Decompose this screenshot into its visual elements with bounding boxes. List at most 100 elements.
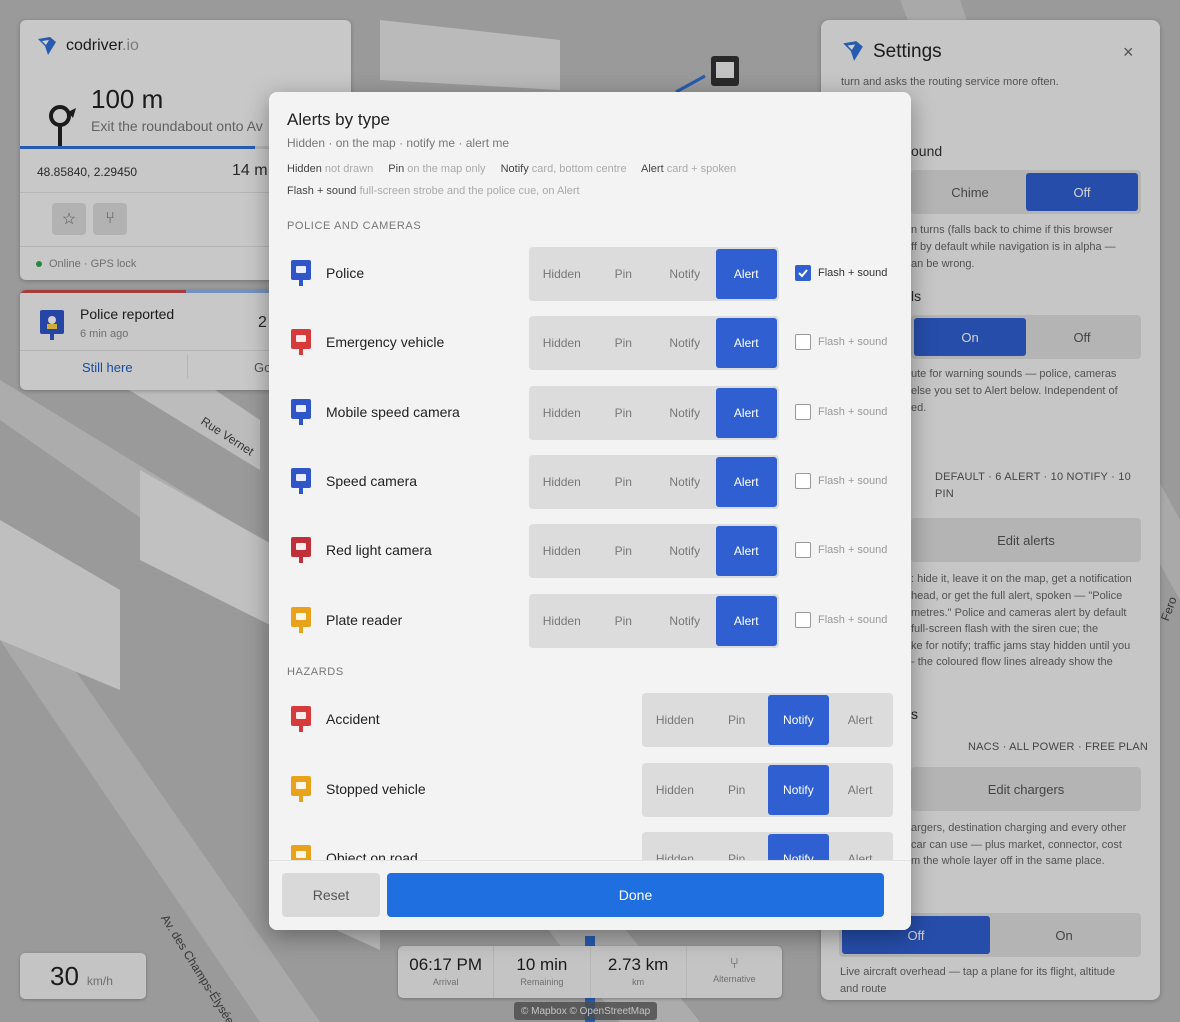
flash-sound-label: Flash + sound	[818, 613, 888, 626]
row-label: Speed camera	[326, 472, 418, 489]
emergency-vehicle-mode-pin[interactable]: Pin	[593, 318, 655, 368]
stopped-vehicle-mode-alert[interactable]: Alert	[829, 765, 891, 815]
speed-camera-mode-hidden[interactable]: Hidden	[531, 457, 593, 507]
plate-reader-icon	[291, 606, 311, 633]
ambulance-icon	[291, 329, 311, 356]
mobile-speed-camera-mode-pin[interactable]: Pin	[593, 388, 655, 438]
mobile-speed-camera-mode-notify[interactable]: Notify	[654, 388, 716, 438]
dialog-subtitle: Hidden · on the map · notify me · alert …	[287, 136, 510, 150]
stopped-vehicle-icon	[291, 775, 311, 802]
object-on-road-mode-notify[interactable]: Notify	[767, 834, 830, 860]
red-light-camera-mode-notify[interactable]: Notify	[654, 526, 716, 576]
object-on-road-mode-selector: Hidden Pin Notify Alert	[642, 832, 893, 860]
emergency-vehicle-mode-alert[interactable]: Alert	[715, 318, 777, 369]
red-light-camera-flash-sound-checkbox[interactable]: Flash + sound	[795, 542, 888, 559]
legend-hidden-term: Hidden	[287, 163, 322, 175]
police-mode-notify[interactable]: Notify	[654, 249, 716, 299]
row-label: Police	[326, 265, 365, 281]
accident-mode-pin[interactable]: Pin	[706, 695, 768, 745]
speed-camera-mode-pin[interactable]: Pin	[593, 457, 655, 507]
alert-row-object-on-road: Object on road Hidden Pin Notify Alert	[269, 832, 911, 860]
dialog-title: Alerts by type	[287, 110, 390, 129]
alert-row-accident: Accident Hidden Pin Notify Alert	[269, 693, 911, 747]
police-mode-selector: Hidden Pin Notify Alert	[529, 247, 779, 301]
legend-hidden-desc: not drawn	[324, 163, 374, 175]
row-label: Stopped vehicle	[326, 780, 426, 797]
legend-pin-desc: on the map only	[407, 163, 486, 175]
emergency-vehicle-mode-hidden[interactable]: Hidden	[531, 318, 593, 368]
speed-camera-mode-selector: Hidden Pin Notify Alert	[529, 454, 779, 509]
police-mode-hidden[interactable]: Hidden	[531, 249, 593, 299]
legend-alert-desc: card + spoken	[666, 163, 737, 175]
legend-flash-term: Flash + sound	[287, 185, 357, 197]
red-light-camera-mode-hidden[interactable]: Hidden	[531, 526, 593, 576]
plate-reader-mode-hidden[interactable]: Hidden	[531, 596, 593, 646]
alert-row-stopped-vehicle: Stopped vehicle Hidden Pin Notify Alert	[269, 762, 911, 817]
row-label: Accident	[326, 711, 380, 727]
alert-row-emergency-vehicle: Emergency vehicle Hidden Pin Notify Alert Fla…	[269, 316, 911, 371]
emergency-vehicle-flash-sound-checkbox[interactable]: Flash + sound	[795, 334, 887, 351]
plate-reader-mode-selector: Hidden Pin Notify Alert	[529, 593, 779, 648]
police-flash-sound-checkbox[interactable]: Flash + sound	[795, 265, 887, 281]
stopped-vehicle-mode-notify[interactable]: Notify	[767, 764, 830, 815]
flash-sound-label: Flash + sound	[818, 405, 888, 418]
mobile-speed-camera-flash-sound-checkbox[interactable]: Flash + sound	[795, 403, 888, 420]
alert-row-plate-reader: Plate reader Hidden Pin Notify Alert Flash + …	[269, 593, 911, 648]
accident-mode-alert[interactable]: Alert	[829, 695, 891, 745]
police-mode-alert[interactable]: Alert	[715, 249, 777, 299]
police-mode-pin[interactable]: Pin	[593, 249, 655, 299]
reset-button[interactable]: Reset	[282, 873, 380, 917]
flash-sound-label: Flash + sound	[818, 474, 888, 487]
checkbox-icon	[795, 265, 811, 281]
section-hazards: HAZARDS	[287, 666, 344, 678]
mobile-camera-icon	[291, 398, 311, 425]
mobile-speed-camera-mode-alert[interactable]: Alert	[715, 387, 777, 438]
object-on-road-icon	[291, 845, 311, 860]
stopped-vehicle-mode-hidden[interactable]: Hidden	[644, 765, 706, 815]
alert-row-mobile-speed-camera: Mobile speed camera Hidden Pin Notify Alert F…	[269, 385, 911, 440]
legend-line-2: Flash + sound full-screen strobe and the…	[287, 185, 580, 197]
alerts-by-type-dialog: Alerts by type Hidden · on the map · not…	[269, 92, 911, 930]
checkbox-icon	[795, 472, 811, 489]
plate-reader-mode-pin[interactable]: Pin	[593, 596, 655, 646]
legend-flash-desc: full-screen strobe and the police cue, o…	[359, 185, 580, 197]
row-label: Mobile speed camera	[326, 403, 460, 420]
accident-mode-selector: Hidden Pin Notify Alert	[642, 693, 893, 747]
row-label: Emergency vehicle	[326, 334, 445, 351]
row-label: Red light camera	[326, 542, 432, 559]
speed-camera-flash-sound-checkbox[interactable]: Flash + sound	[795, 472, 888, 489]
speed-camera-mode-alert[interactable]: Alert	[715, 456, 777, 507]
legend-notify-desc: card, bottom centre	[531, 163, 627, 175]
flash-sound-label: Flash + sound	[818, 544, 888, 557]
accident-mode-hidden[interactable]: Hidden	[644, 695, 706, 745]
checkbox-icon	[795, 334, 811, 351]
plate-reader-mode-notify[interactable]: Notify	[654, 596, 716, 646]
object-on-road-mode-pin[interactable]: Pin	[706, 834, 768, 860]
alert-row-police: Police Hidden Pin Notify Alert Flash + sound	[269, 247, 911, 301]
object-on-road-mode-hidden[interactable]: Hidden	[644, 834, 706, 860]
legend-line-1: Hidden not drawn Pin on the map only Not…	[287, 163, 736, 175]
accident-icon	[291, 706, 311, 732]
emergency-vehicle-mode-notify[interactable]: Notify	[654, 318, 716, 368]
done-button[interactable]: Done	[387, 873, 884, 917]
accident-mode-notify[interactable]: Notify	[767, 695, 830, 745]
plate-reader-flash-sound-checkbox[interactable]: Flash + sound	[795, 611, 888, 628]
object-on-road-mode-alert[interactable]: Alert	[829, 834, 891, 860]
section-police-and-cameras: POLICE AND CAMERAS	[287, 220, 422, 232]
legend-pin-term: Pin	[388, 163, 405, 175]
row-label: Plate reader	[326, 611, 403, 628]
mobile-speed-camera-mode-hidden[interactable]: Hidden	[531, 388, 593, 438]
red-light-camera-mode-alert[interactable]: Alert	[715, 526, 777, 577]
stopped-vehicle-mode-pin[interactable]: Pin	[706, 765, 768, 815]
speed-camera-icon	[291, 467, 311, 494]
red-light-camera-mode-pin[interactable]: Pin	[593, 526, 655, 576]
checkbox-icon	[795, 403, 811, 420]
plate-reader-mode-alert[interactable]: Alert	[715, 595, 777, 646]
checkbox-icon	[795, 542, 811, 559]
emergency-vehicle-mode-selector: Hidden Pin Notify Alert	[529, 316, 779, 371]
row-label: Object on road	[326, 850, 418, 860]
speed-camera-mode-notify[interactable]: Notify	[654, 457, 716, 507]
red-light-camera-icon	[291, 537, 311, 564]
dialog-footer: Reset Done	[269, 860, 911, 930]
alerts-scroll-area[interactable]: Alerts by type Hidden · on the map · not…	[269, 92, 911, 860]
